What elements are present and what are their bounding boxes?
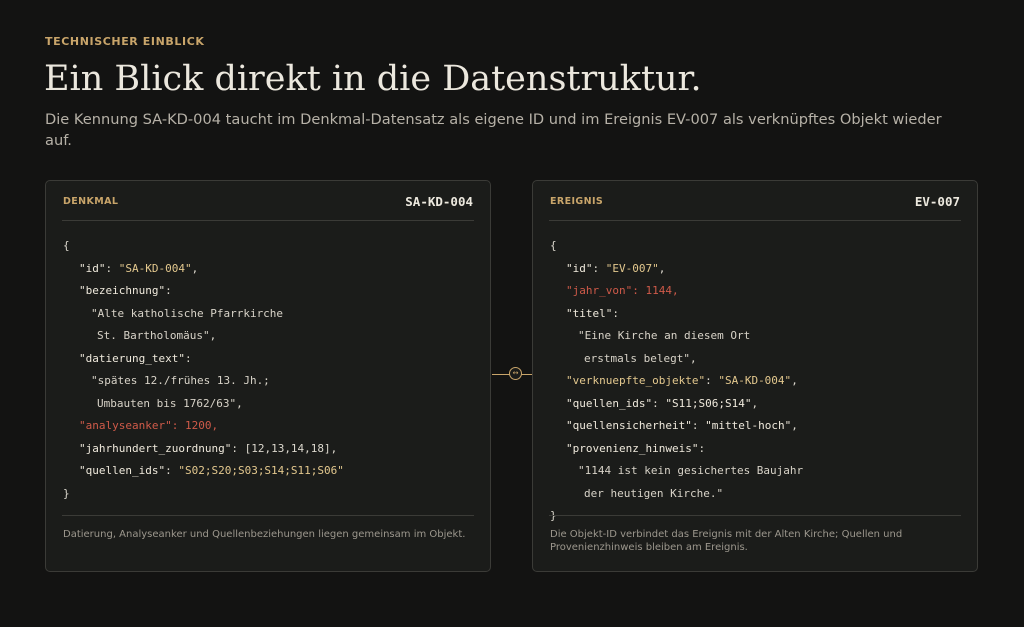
json-value: "mittel-hoch" xyxy=(705,419,792,432)
code-line: "id": "SA-KD-004", xyxy=(79,261,199,275)
json-value: St. Bartholomäus" xyxy=(97,329,210,342)
code-line: "jahrhundert_zuordnung": [12,13,14,18], xyxy=(79,441,338,455)
ereignis-footer-text: Die Objekt-ID verbindet das Ereignis mit… xyxy=(550,529,903,553)
code-line: "verknuepfte_objekte": "SA-KD-004", xyxy=(566,374,798,387)
ereignis-panel-label: EREIGNIS xyxy=(550,196,604,207)
json-key: "jahrhundert_zuordnung" xyxy=(79,441,232,455)
json-key: "id" xyxy=(79,261,106,275)
code-line: { xyxy=(550,235,803,258)
ereignis-json-code: { "id": "EV-007", "jahr_von": 1144, "titel"… xyxy=(550,235,803,528)
json-key: "datierung_text" xyxy=(79,351,185,365)
json-value: "EV-007" xyxy=(605,261,659,275)
json-value: "SA-KD-004" xyxy=(718,374,792,387)
denkmal-panel-label: DENKMAL xyxy=(63,196,119,207)
code-line: "quellen_ids": "S02;S20;S03;S14;S11;S06" xyxy=(79,464,344,477)
link-icon: ↔ xyxy=(509,367,522,380)
ereignis-panel-header: EREIGNIS EV-007 xyxy=(549,181,961,221)
json-value: erstmals belegt" xyxy=(584,351,690,365)
json-key: "quellensicherheit" xyxy=(566,419,692,432)
page-title: Ein Blick direkt in die Datenstruktur. xyxy=(44,59,702,99)
json-key: "bezeichnung" xyxy=(79,284,166,297)
code-line: der heutigen Kirche." xyxy=(550,483,803,506)
code-line: "1144 ist kein gesichertes Baujahr xyxy=(550,460,803,483)
code-line: "jahr_von": 1144, xyxy=(550,280,803,303)
json-key: "provenienz_hinweis" xyxy=(566,441,699,455)
denkmal-panel-header: DENKMAL SA-KD-004 xyxy=(62,181,474,221)
json-brace: { xyxy=(63,239,70,252)
code-line: "analyseanker": 1200, xyxy=(63,415,344,438)
code-line: "Eine Kirche an diesem Ort xyxy=(550,325,803,348)
code-line: Umbauten bis 1762/63", xyxy=(97,396,243,410)
json-value: Umbauten bis 1762/63" xyxy=(97,396,237,410)
denkmal-panel: DENKMAL SA-KD-004 { "id": "SA-KD-004", "be… xyxy=(45,180,491,572)
denkmal-panel-footer: Datierung, Analyseanker und Quellenbezie… xyxy=(62,515,474,541)
json-brace: { xyxy=(550,239,557,252)
denkmal-json-code: { "id": "SA-KD-004", "bezeichnung": "Alte k… xyxy=(63,235,344,505)
json-value: der heutigen Kirche." xyxy=(584,486,724,500)
json-brace: } xyxy=(63,486,70,500)
code-line: "quellen_ids": "S11;S06;S14", xyxy=(566,396,759,410)
denkmal-panel-id: SA-KD-004 xyxy=(405,194,473,209)
json-key: "quellen_ids" xyxy=(79,464,166,477)
ereignis-panel-footer: Die Objekt-ID verbindet das Ereignis mit… xyxy=(549,515,961,554)
code-line: "titel": xyxy=(566,306,619,320)
code-line: "bezeichnung": xyxy=(79,284,172,297)
json-value: "S11;S06;S14" xyxy=(665,396,752,410)
json-value: "S02;S20;S03;S14;S11;S06" xyxy=(178,464,344,477)
json-key: "id" xyxy=(566,261,593,275)
code-line: } xyxy=(63,483,344,506)
code-line: "datierung_text": xyxy=(79,351,192,365)
json-value: "spätes 12./frühes 13. Jh.; xyxy=(91,374,270,387)
ereignis-panel: EREIGNIS EV-007 { "id": "EV-007", "jahr_vo… xyxy=(532,180,978,572)
json-highlight-analyseanker: "analyseanker": 1200, xyxy=(79,419,219,432)
json-value: "1144 ist kein gesichertes Baujahr xyxy=(578,464,804,477)
json-value: "Alte katholische Pfarrkirche xyxy=(91,306,284,320)
json-value: "SA-KD-004" xyxy=(118,261,192,275)
code-line: "provenienz_hinweis": xyxy=(566,441,706,455)
code-line: "quellensicherheit": "mittel-hoch", xyxy=(566,419,798,432)
json-key: "quellen_ids" xyxy=(566,396,653,410)
code-line: erstmals belegt", xyxy=(584,351,697,365)
code-line: "id": "EV-007", xyxy=(566,261,666,275)
code-line: "Alte katholische Pfarrkirche xyxy=(63,303,344,326)
section-eyebrow: TECHNISCHER EINBLICK xyxy=(45,35,205,48)
json-value: [12,13,14,18] xyxy=(244,441,331,455)
ereignis-panel-id: EV-007 xyxy=(914,194,960,209)
json-key-linked: "verknuepfte_objekte" xyxy=(566,374,706,387)
page-subtitle: Die Kennung SA-KD-004 taucht im Denkmal-… xyxy=(45,111,942,149)
denkmal-footer-text: Datierung, Analyseanker und Quellenbezie… xyxy=(63,529,466,540)
json-highlight-jahr-von: "jahr_von": 1144, xyxy=(566,284,679,297)
code-line: "spätes 12./frühes 13. Jh.; xyxy=(63,370,344,393)
json-key: "titel" xyxy=(566,306,613,320)
json-value: "Eine Kirche an diesem Ort xyxy=(578,329,751,342)
code-line: St. Bartholomäus", xyxy=(97,329,217,342)
code-line: { xyxy=(63,235,344,258)
